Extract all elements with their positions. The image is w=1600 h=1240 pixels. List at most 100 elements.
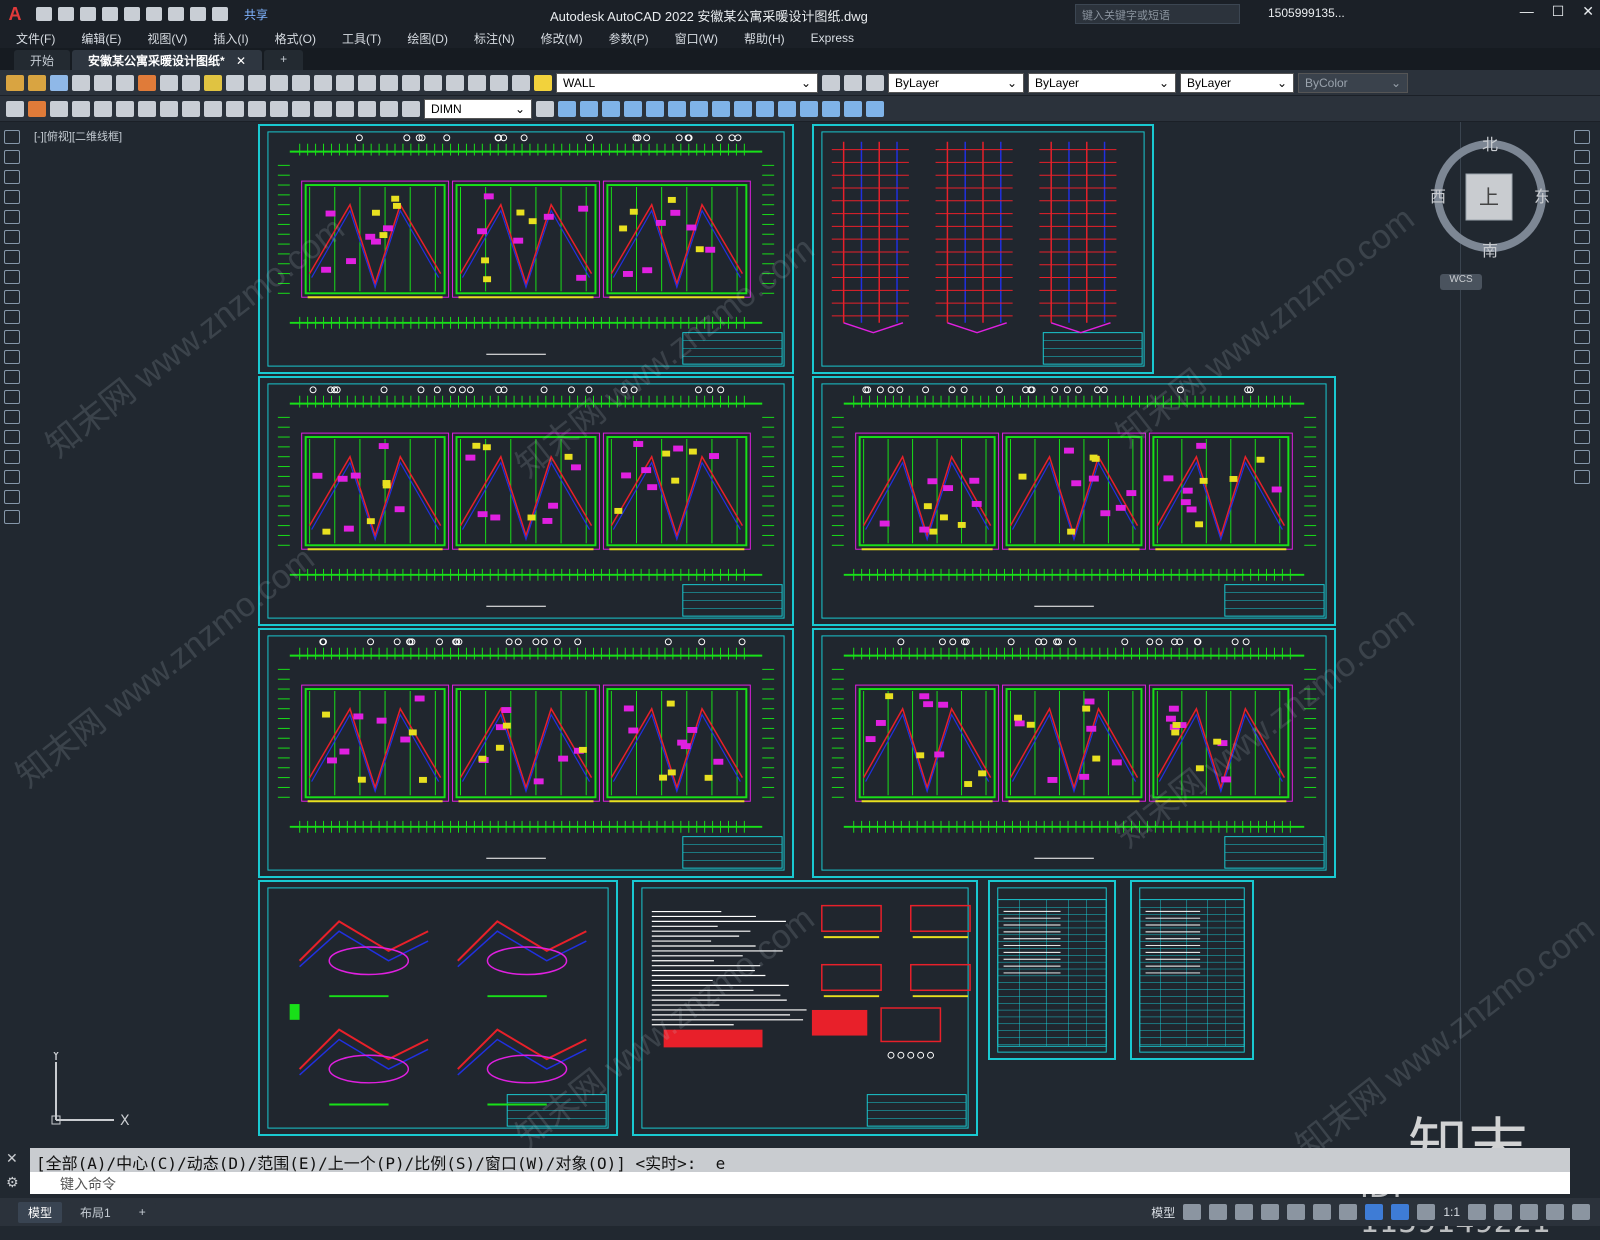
menu-dimension[interactable]: 标注(N) [474,30,515,47]
annotation-scale[interactable]: 1:1 [1443,1205,1460,1219]
user-account[interactable]: 1505999135... [1268,6,1345,20]
save-icon[interactable] [80,7,96,21]
undo-icon[interactable] [226,74,244,91]
ellipse-icon[interactable] [4,310,20,324]
layout-tab[interactable]: 布局1 [70,1201,121,1223]
sheet-floor-plan-b[interactable] [812,376,1336,626]
explode-icon[interactable] [866,100,884,117]
lineweight-icon[interactable] [1365,1204,1384,1220]
tool-palettes-icon[interactable] [402,74,420,91]
layer-dropdown[interactable]: WALL ⌄ [556,72,818,93]
compass-north[interactable]: 北 [1482,135,1498,154]
fillet-object-icon[interactable] [1574,430,1590,444]
open-file-icon[interactable] [58,7,74,21]
add-selected-icon[interactable] [4,510,20,524]
maximize-button[interactable]: ☐ [1552,3,1565,20]
mirror-icon[interactable] [580,100,598,117]
chamfer-object-icon[interactable] [1574,410,1590,424]
polygon-icon[interactable] [4,190,20,204]
compass-east[interactable]: 东 [1534,187,1550,206]
gradient-icon[interactable] [4,430,20,444]
model-tab[interactable]: 模型 [18,1201,63,1223]
center-mark-icon[interactable] [314,100,332,117]
zoom-window-icon[interactable] [314,74,332,91]
scale-object-icon[interactable] [1574,270,1590,284]
save-as-icon[interactable] [102,7,118,21]
close-button[interactable]: ✕ [1582,3,1594,20]
add-layout-button[interactable]: + [128,1203,156,1221]
match-properties-icon[interactable] [204,74,222,91]
cut-icon[interactable] [138,74,156,91]
customization-menu-icon[interactable] [1572,1204,1590,1220]
menu-insert[interactable]: 插入(I) [213,30,248,47]
copy-object-icon[interactable] [1574,150,1590,164]
trim-object-icon[interactable] [1574,310,1590,324]
new-icon[interactable] [6,74,24,91]
linear-dimension-icon[interactable] [50,100,68,117]
scale-icon[interactable] [690,100,708,117]
sheet-set-icon[interactable] [424,74,442,91]
make-current-icon[interactable] [822,74,840,91]
copy-icon[interactable] [160,74,178,91]
snap-icon[interactable] [1209,1204,1228,1220]
open-icon[interactable] [28,74,46,91]
redo-icon[interactable] [248,74,266,91]
paste-icon[interactable] [182,74,200,91]
fillet-icon[interactable] [844,100,862,117]
inspection-icon[interactable] [336,100,354,117]
sheet-floor-plan-d[interactable] [812,628,1336,878]
menu-file[interactable]: 文件(F) [16,30,55,47]
insert-block-icon[interactable] [4,350,20,364]
minimize-button[interactable]: — [1520,3,1534,20]
undo-icon[interactable] [190,7,206,21]
sheet-floor-plan-a[interactable] [258,376,794,626]
region-icon[interactable] [4,450,20,464]
arc-icon[interactable] [4,230,20,244]
lineweight-dropdown[interactable]: ByLayer ⌄ [1180,72,1294,93]
menu-format[interactable]: 格式(O) [275,30,316,47]
redo-icon[interactable] [212,7,228,21]
object-snap-icon[interactable] [1339,1204,1358,1220]
construction-line-icon[interactable] [4,150,20,164]
sheet-drawing-index[interactable] [1130,880,1254,1060]
explode-object-icon[interactable] [1574,470,1590,484]
menu-edit[interactable]: 编辑(E) [81,30,121,47]
close-command-icon[interactable]: ✕ [6,1150,18,1167]
array-icon[interactable] [624,100,642,117]
sheet-system-diagram[interactable] [258,880,618,1136]
new-file-icon[interactable] [36,7,52,21]
sheet-material-table[interactable] [988,880,1116,1060]
stretch-object-icon[interactable] [1574,290,1590,304]
menu-window[interactable]: 窗口(W) [675,30,718,47]
hatch-icon[interactable] [4,410,20,424]
zoom-realtime-icon[interactable] [292,74,310,91]
dimension-style-icon[interactable] [536,100,554,117]
plotstyle-dropdown[interactable]: ByColor ⌄ [1298,72,1408,93]
annotation-monitor-icon[interactable] [1494,1204,1512,1220]
compass-west[interactable]: 西 [1430,187,1446,206]
ellipse-arc-icon[interactable] [4,330,20,344]
arc-length-icon[interactable] [94,100,112,117]
layer-state-icon[interactable] [866,74,884,91]
command-input[interactable]: 键入命令 [30,1172,1570,1194]
spline-icon[interactable] [4,290,20,304]
layer-previous-icon[interactable] [844,74,862,91]
menu-draw[interactable]: 绘图(D) [407,30,448,47]
break-icon[interactable] [778,100,796,117]
diameter-dimension-icon[interactable] [182,100,200,117]
revision-cloud-icon[interactable] [4,270,20,284]
ortho-icon[interactable] [1235,1204,1254,1220]
offset-object-icon[interactable] [1574,190,1590,204]
trim-icon[interactable] [734,100,752,117]
dimension-text-edit-icon[interactable] [380,100,398,117]
join-icon[interactable] [800,100,818,117]
isodraft-icon[interactable] [1287,1204,1306,1220]
plot-icon[interactable] [72,74,90,91]
break-object-icon[interactable] [1574,370,1590,384]
rotate-icon[interactable] [668,100,686,117]
modify-copy-icon[interactable] [558,100,576,117]
break-at-point-icon[interactable] [1574,350,1590,364]
layer-manager-icon[interactable] [512,74,530,91]
help-search-input[interactable]: 键入关键字或短语 [1075,4,1240,24]
new-tab-button[interactable]: + [264,50,304,70]
